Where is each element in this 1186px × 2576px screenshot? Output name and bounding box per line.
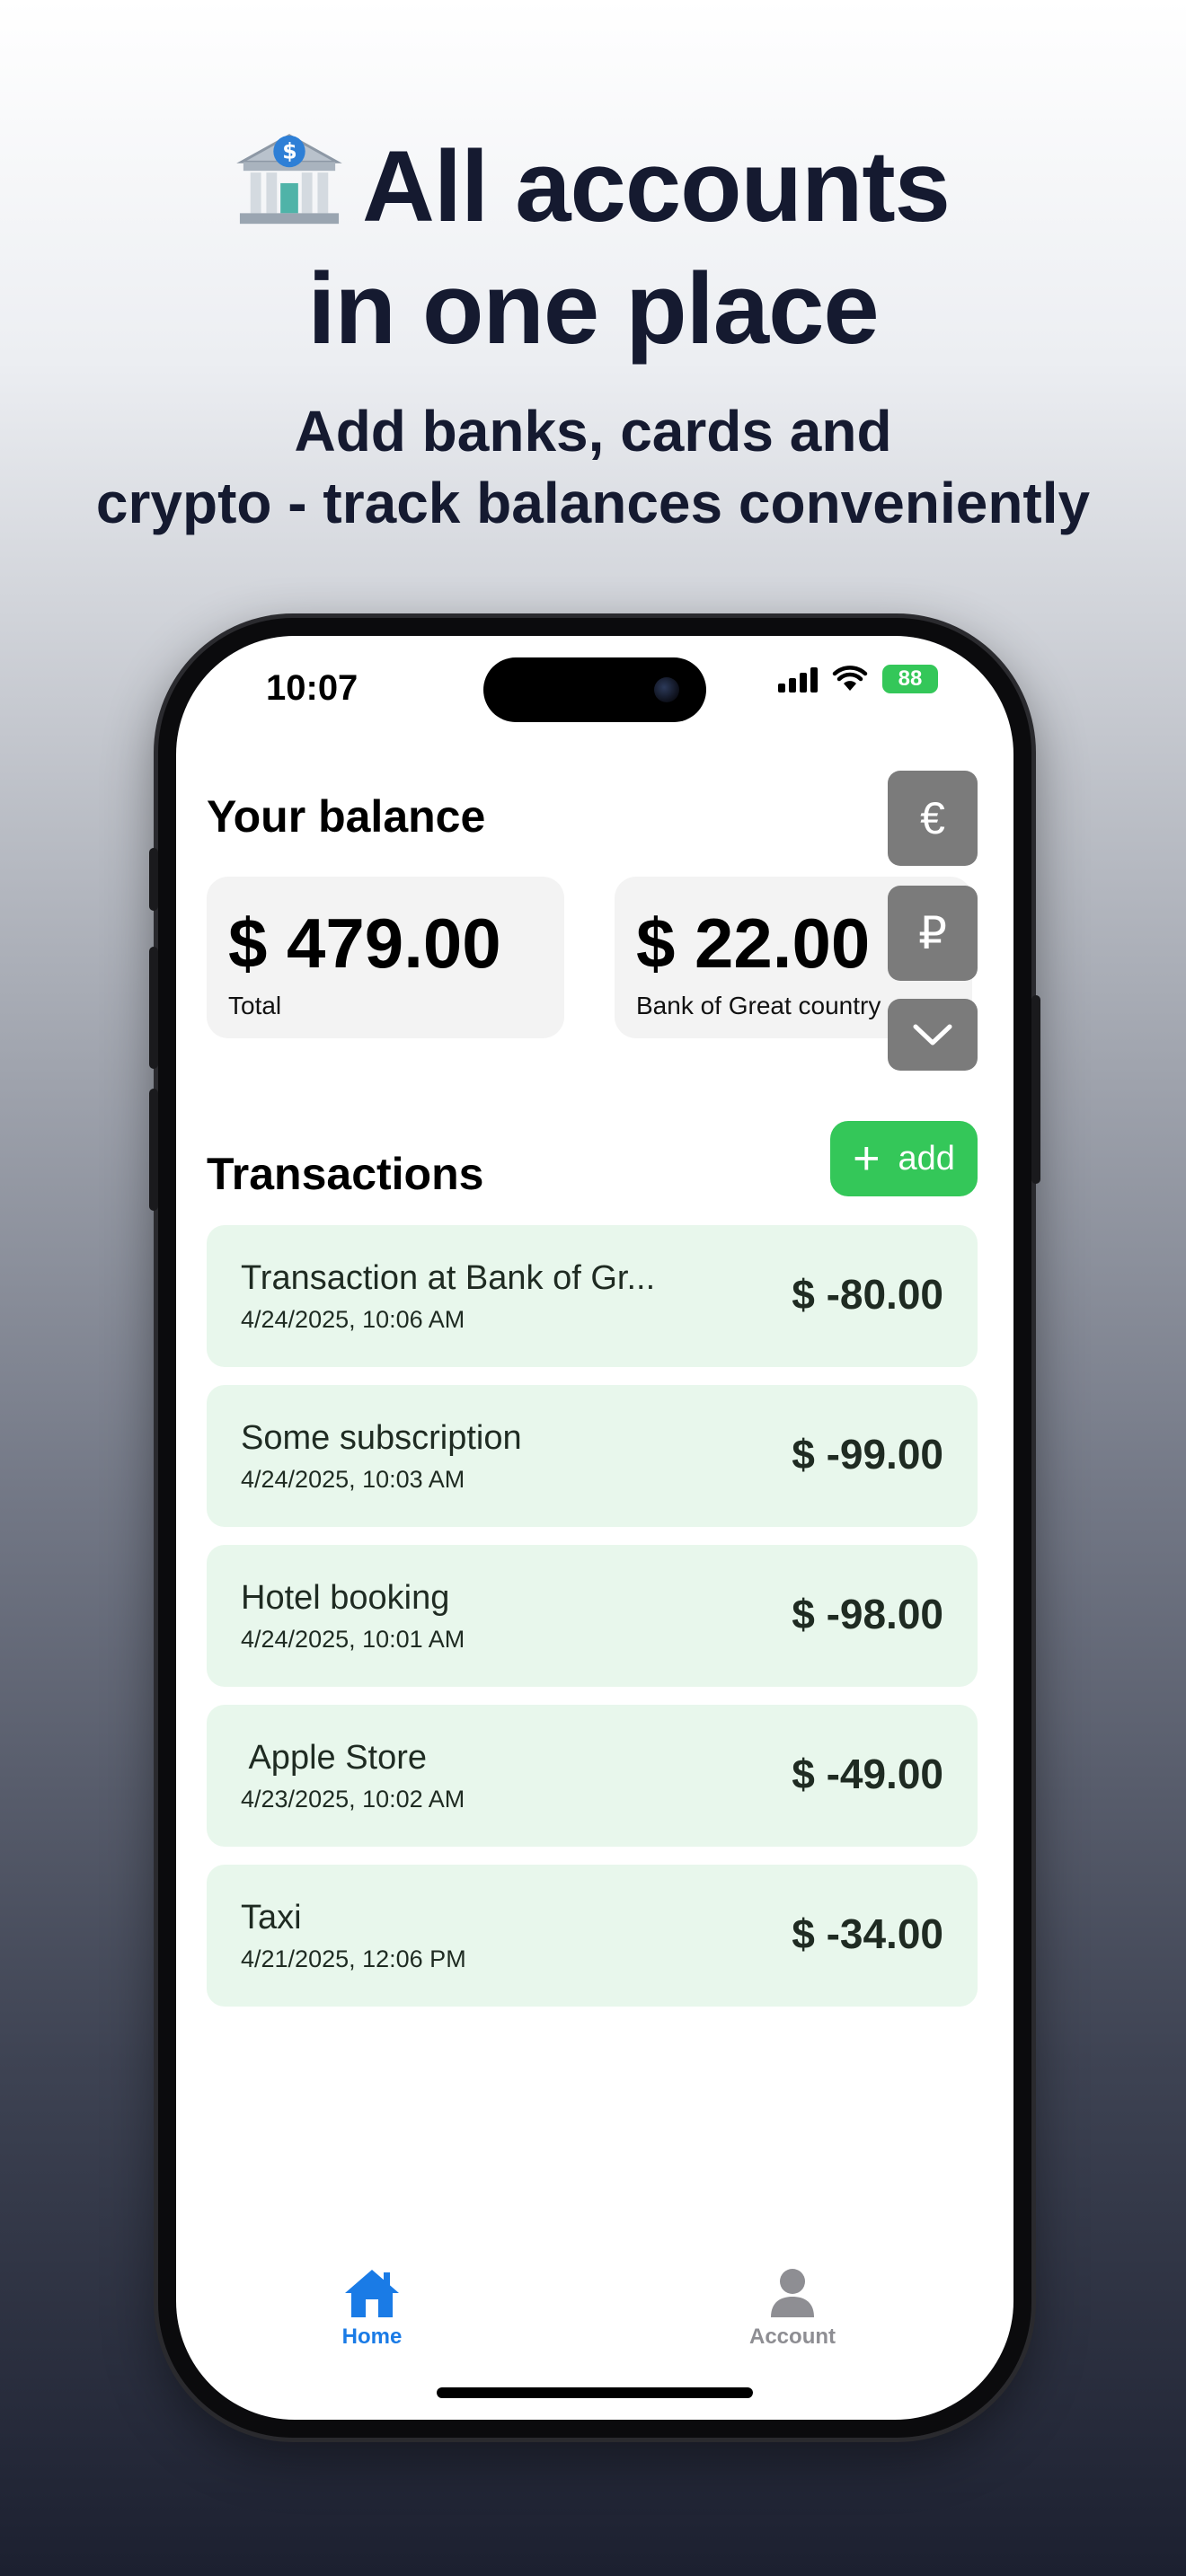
transaction-name: Taxi	[241, 1899, 302, 1936]
marketing-headline: $ All accounts in one place	[0, 126, 1186, 370]
balance-card-total[interactable]: $ 479.00 Total	[207, 877, 564, 1038]
plus-icon: +	[853, 1133, 881, 1185]
bank-building-icon: $	[236, 134, 342, 225]
transactions-title: Transactions	[207, 1149, 484, 1199]
transaction-name: Some subscription	[241, 1419, 522, 1457]
transaction-date: 4/23/2025, 10:02 AM	[241, 1786, 465, 1813]
transaction-item[interactable]: Taxi 4/21/2025, 12:06 PM $ -34.00	[207, 1865, 978, 2007]
transaction-date: 4/24/2025, 10:01 AM	[241, 1626, 465, 1653]
status-indicators: 88	[778, 665, 938, 693]
tab-account-label: Account	[749, 2325, 836, 2349]
tab-home[interactable]: Home	[300, 2267, 444, 2350]
volume-down-button	[149, 1089, 158, 1211]
headline-line-1: $ All accounts	[0, 126, 1186, 248]
headline-line-2: in one place	[307, 252, 879, 365]
transaction-amount: $ -80.00	[792, 1271, 943, 1318]
expand-currencies-button[interactable]	[888, 999, 978, 1071]
transaction-name: Transaction at Bank of Gr...	[241, 1259, 656, 1297]
transaction-item[interactable]: Apple Store 4/23/2025, 10:02 AM $ -49.00	[207, 1705, 978, 1847]
svg-text:$: $	[282, 138, 296, 163]
home-indicator[interactable]	[437, 2387, 753, 2398]
card-amount: $ 479.00	[228, 904, 501, 983]
silent-switch	[149, 848, 158, 911]
transaction-item[interactable]: Hotel booking 4/24/2025, 10:01 AM $ -98.…	[207, 1545, 978, 1687]
person-icon	[771, 2269, 814, 2317]
transaction-date: 4/21/2025, 12:06 PM	[241, 1945, 466, 1972]
dynamic-island	[483, 657, 706, 722]
chevron-down-icon	[913, 1024, 952, 1045]
volume-up-button	[149, 947, 158, 1069]
home-icon	[345, 2270, 399, 2317]
currency-ruble-button[interactable]: ₽	[888, 886, 978, 981]
status-time: 10:07	[266, 668, 358, 708]
transaction-name: Apple Store	[241, 1739, 428, 1777]
transaction-item[interactable]: Transaction at Bank of Gr... 4/24/2025, …	[207, 1225, 978, 1367]
transaction-amount: $ -34.00	[792, 1910, 943, 1957]
headline-text-1: All accounts	[362, 130, 951, 243]
transaction-name: Hotel booking	[241, 1579, 450, 1617]
add-button-label: add	[898, 1139, 955, 1178]
wifi-icon	[832, 666, 868, 691]
marketing-subline: Add banks, cards and crypto - track bala…	[0, 395, 1186, 539]
transaction-date: 4/24/2025, 10:03 AM	[241, 1466, 465, 1493]
add-transaction-button[interactable]: + add	[830, 1121, 978, 1196]
transaction-amount: $ -99.00	[792, 1431, 943, 1478]
card-label: Total	[228, 992, 282, 1019]
transaction-list: Transaction at Bank of Gr... 4/24/2025, …	[207, 1225, 978, 2025]
transaction-amount: $ -98.00	[792, 1591, 943, 1637]
transaction-item[interactable]: Some subscription 4/24/2025, 10:03 AM $ …	[207, 1385, 978, 1527]
power-button	[1031, 995, 1040, 1184]
tab-home-label: Home	[341, 2325, 403, 2349]
subline-line-2: crypto - track balances conveniently	[95, 471, 1091, 535]
transaction-date: 4/24/2025, 10:06 AM	[241, 1306, 465, 1333]
cellular-signal-icon	[778, 666, 818, 693]
phone-screen: 10:07 88 Your balance $ 479.00 Total $ 2…	[176, 636, 1013, 2420]
front-camera-icon	[654, 677, 679, 702]
transaction-amount: $ -49.00	[792, 1751, 943, 1797]
currency-euro-button[interactable]: €	[888, 771, 978, 866]
subline-line-1: Add banks, cards and	[294, 399, 892, 463]
battery-indicator: 88	[882, 665, 938, 693]
balance-title: Your balance	[207, 791, 486, 842]
phone-frame: 10:07 88 Your balance $ 479.00 Total $ 2…	[149, 618, 1040, 2438]
tab-account[interactable]: Account	[721, 2267, 864, 2350]
